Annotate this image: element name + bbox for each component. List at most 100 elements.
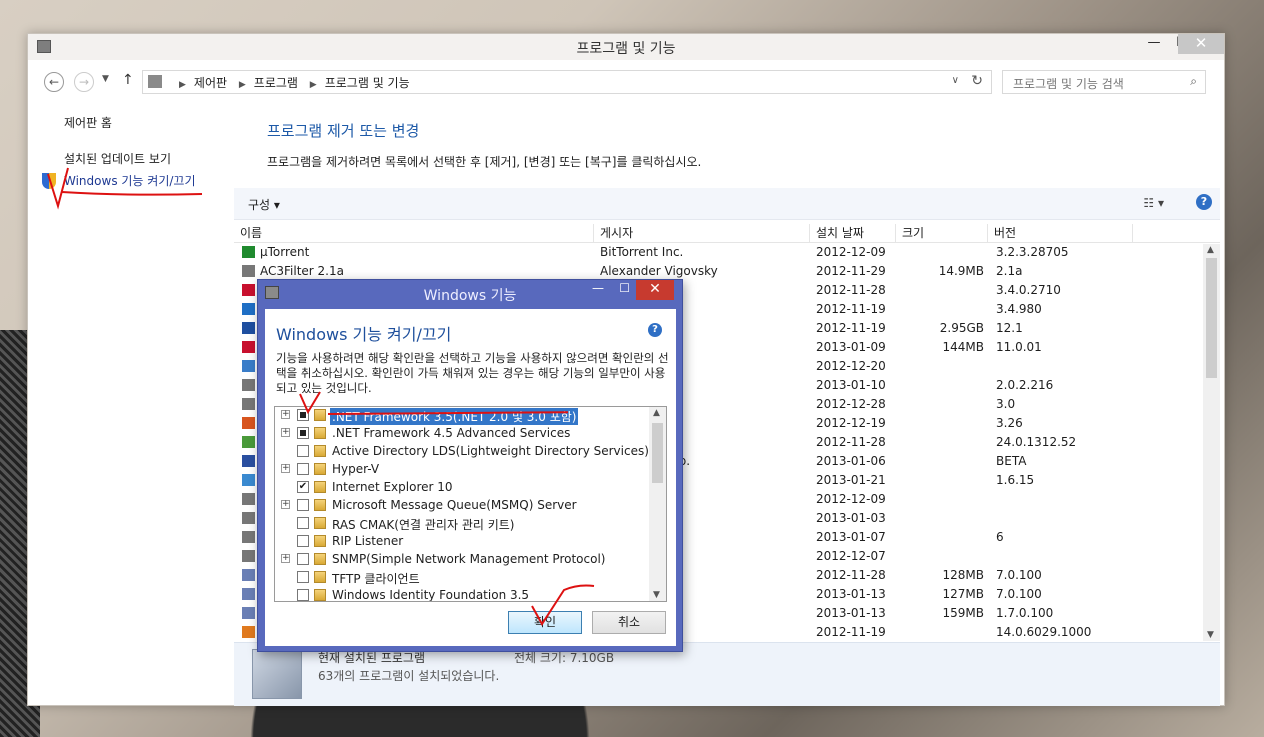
feature-item[interactable]: RAS CMAK(연결 관리자 관리 키트): [275, 515, 666, 533]
feature-item[interactable]: + SNMP(Simple Network Management Protocol…: [275, 551, 666, 569]
scroll-down-icon[interactable]: ▼: [653, 590, 660, 600]
help-icon[interactable]: ?: [648, 323, 662, 337]
feature-checkbox[interactable]: [297, 409, 309, 421]
close-button[interactable]: ✕: [1178, 34, 1224, 54]
feature-label: RAS CMAK(연결 관리자 관리 키트): [332, 518, 515, 532]
back-arrow-icon[interactable]: ←: [44, 72, 64, 92]
table-row[interactable]: µTorrent BitTorrent Inc. 2012-12-09 3.2.3.2…: [234, 243, 1220, 262]
feature-item[interactable]: Windows Identity Foundation 3.5: [275, 587, 666, 602]
program-version: 3.4.0.2710: [996, 283, 1061, 297]
program-icon: [242, 303, 255, 315]
cancel-button[interactable]: 취소: [592, 611, 666, 634]
feature-checkbox[interactable]: [297, 589, 309, 601]
folder-icon: [314, 571, 326, 583]
program-icon: [242, 493, 255, 505]
folder-icon: [314, 427, 326, 439]
feature-label: Hyper-V: [332, 462, 380, 476]
feature-label: TFTP 클라이언트: [332, 572, 420, 586]
breadcrumb-item[interactable]: 프로그램 및 기능: [325, 76, 410, 90]
program-name: µTorrent: [260, 245, 310, 259]
help-icon[interactable]: ?: [1196, 194, 1212, 210]
dialog-body: Windows 기능 켜기/끄기 ? 기능을 사용하려면 해당 확인란을 선택하…: [265, 309, 676, 646]
breadcrumb-item[interactable]: 프로그램: [254, 76, 298, 90]
column-header-install-date[interactable]: 설치 날짜: [810, 224, 896, 243]
forward-arrow-icon[interactable]: →: [74, 72, 94, 92]
feature-label: Windows Identity Foundation 3.5: [332, 588, 530, 602]
feature-checkbox[interactable]: [297, 427, 309, 439]
refresh-icon[interactable]: ↻: [971, 73, 983, 89]
program-version: 7.0.100: [996, 568, 1042, 582]
program-version: 2.1a: [996, 264, 1023, 278]
scrollbar-thumb[interactable]: [652, 423, 663, 483]
feature-checkbox[interactable]: ✔: [297, 481, 309, 493]
scroll-up-icon[interactable]: ▲: [653, 408, 660, 418]
dialog-close-button[interactable]: ✕: [636, 280, 674, 300]
program-publisher: BitTorrent Inc.: [600, 245, 684, 259]
minimize-button[interactable]: —: [1140, 34, 1168, 54]
feature-item[interactable]: + .NET Framework 3.5(.NET 2.0 및 3.0 포함): [275, 407, 666, 425]
feature-item[interactable]: + Microsoft Message Queue(MSMQ) Server: [275, 497, 666, 515]
view-options-icon[interactable]: ☷ ▾: [1143, 196, 1164, 210]
scrollbar-thumb[interactable]: [1206, 258, 1217, 378]
breadcrumb[interactable]: ▶ 제어판 ▶ 프로그램 ▶ 프로그램 및 기능 ∨ ↻: [142, 70, 992, 94]
organize-button[interactable]: 구성 ▾: [248, 196, 280, 213]
program-version: 2.0.2.216: [996, 378, 1054, 392]
feature-checkbox[interactable]: [297, 535, 309, 547]
program-version: 3.26: [996, 416, 1023, 430]
feature-item[interactable]: + .NET Framework 4.5 Advanced Services: [275, 425, 666, 443]
tree-scrollbar[interactable]: ▲ ▼: [649, 407, 666, 601]
recent-locations-chevron-icon[interactable]: ▼: [102, 74, 109, 84]
breadcrumb-item[interactable]: 제어판: [194, 76, 227, 90]
feature-checkbox[interactable]: [297, 517, 309, 529]
expand-icon[interactable]: +: [281, 554, 290, 563]
program-icon: [242, 569, 255, 581]
sidebar-item-control-panel-home[interactable]: 제어판 홈: [64, 114, 244, 136]
program-icon: [242, 512, 255, 524]
sidebar-item-installed-updates[interactable]: 설치된 업데이트 보기: [64, 150, 244, 172]
feature-item[interactable]: + Hyper-V: [275, 461, 666, 479]
feature-item[interactable]: RIP Listener: [275, 533, 666, 551]
column-header-name[interactable]: 이름: [234, 224, 594, 243]
install-date: 2012-11-19: [816, 321, 886, 335]
install-date: 2012-11-28: [816, 283, 886, 297]
column-header-version[interactable]: 버전: [988, 224, 1133, 243]
feature-checkbox[interactable]: [297, 571, 309, 583]
dialog-minimize-button[interactable]: —: [592, 281, 604, 295]
install-date: 2012-11-19: [816, 625, 886, 639]
chevron-down-icon[interactable]: ∨: [952, 75, 959, 86]
sidebar-item-windows-features[interactable]: Windows 기능 켜기/끄기: [64, 172, 244, 194]
scroll-up-icon[interactable]: ▲: [1207, 245, 1214, 255]
dialog-maximize-button[interactable]: ☐: [619, 281, 630, 295]
feature-checkbox[interactable]: [297, 553, 309, 565]
up-arrow-icon[interactable]: ↑: [122, 72, 134, 88]
title-bar: 프로그램 및 기능 — ☐ ✕: [28, 34, 1224, 60]
list-scrollbar[interactable]: ▲ ▼: [1203, 244, 1220, 641]
expand-icon[interactable]: +: [281, 464, 290, 473]
program-icon: [242, 246, 255, 258]
folder-icon: [314, 445, 326, 457]
feature-checkbox[interactable]: [297, 499, 309, 511]
program-name: AC3Filter 2.1a: [260, 264, 344, 278]
expand-icon[interactable]: +: [281, 428, 290, 437]
program-version: 12.1: [996, 321, 1023, 335]
search-icon[interactable]: ⌕: [1190, 74, 1197, 89]
program-icon: [242, 379, 255, 391]
program-version: 1.7.0.100: [996, 606, 1054, 620]
install-date: 2013-01-07: [816, 530, 886, 544]
column-header-publisher[interactable]: 게시자: [594, 224, 810, 243]
program-size: 144MB: [942, 340, 985, 354]
feature-item[interactable]: Active Directory LDS(Lightweight Directo…: [275, 443, 666, 461]
install-date: 2012-12-28: [816, 397, 886, 411]
search-input[interactable]: 프로그램 및 기능 검색 ⌕: [1002, 70, 1206, 94]
scroll-down-icon[interactable]: ▼: [1207, 630, 1214, 640]
program-icon: [242, 417, 255, 429]
expand-icon[interactable]: +: [281, 410, 290, 419]
feature-checkbox[interactable]: [297, 463, 309, 475]
ok-button[interactable]: 확인: [508, 611, 582, 634]
feature-item[interactable]: TFTP 클라이언트: [275, 569, 666, 587]
feature-checkbox[interactable]: [297, 445, 309, 457]
program-version: 3.4.980: [996, 302, 1042, 316]
feature-item[interactable]: ✔ Internet Explorer 10: [275, 479, 666, 497]
column-header-size[interactable]: 크기: [896, 224, 988, 243]
expand-icon[interactable]: +: [281, 500, 290, 509]
